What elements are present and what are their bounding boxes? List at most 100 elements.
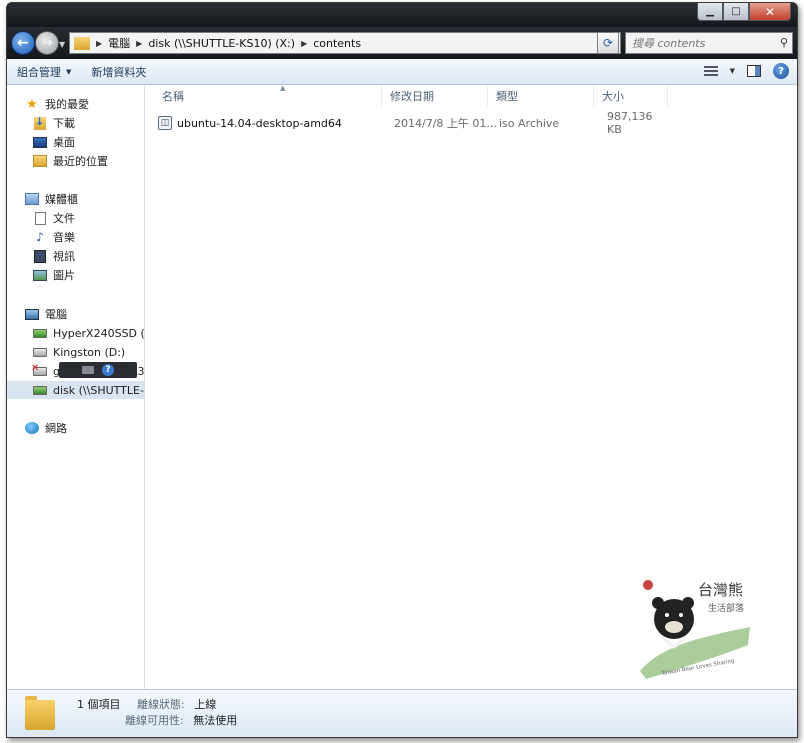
address-row: ← → ▼ ▶ 電腦 ▶ disk (\\SHUTTLE-KS10) (X:) … bbox=[7, 27, 797, 59]
sidebar-item-label: Kingston (D:) bbox=[53, 345, 126, 359]
back-arrow-icon: ← bbox=[17, 35, 29, 51]
video-icon bbox=[33, 249, 47, 263]
item-count: 1 個項目 bbox=[77, 698, 121, 711]
recent-places-icon bbox=[33, 154, 47, 168]
breadcrumb-separator-icon[interactable]: ▶ bbox=[301, 39, 307, 48]
organize-button[interactable]: 組合管理 ▼ bbox=[7, 64, 81, 80]
sidebar-item-downloads[interactable]: 下載 bbox=[33, 114, 75, 132]
back-button[interactable]: ← bbox=[11, 31, 35, 55]
toolbar-right: ▼ ? bbox=[703, 63, 789, 79]
sidebar-item-label: 我的最愛 bbox=[45, 98, 89, 111]
breadcrumb-contents[interactable]: contents bbox=[313, 37, 361, 50]
watermark-subtitle: 生活部落 bbox=[708, 602, 744, 614]
search-input[interactable] bbox=[632, 36, 772, 50]
new-folder-label: 新增資料夾 bbox=[91, 65, 147, 79]
column-header-label: 類型 bbox=[496, 90, 518, 103]
desktop-icon bbox=[33, 135, 47, 149]
disconnected-drive-icon bbox=[31, 363, 47, 378]
iso-file-icon: ◫ bbox=[158, 116, 172, 130]
sidebar-item-desktop[interactable]: 桌面 bbox=[33, 133, 75, 151]
offline-status-label: 離線狀態: bbox=[137, 698, 185, 711]
sidebar-item-label: 電腦 bbox=[45, 308, 67, 321]
navigation-pane[interactable]: ★ 我的最愛 下載 桌面 最近的位置 媒體櫃 文件 bbox=[7, 85, 145, 689]
sidebar-item-music[interactable]: ♪ 音樂 bbox=[33, 228, 75, 246]
sidebar-item-network[interactable]: 網路 bbox=[25, 419, 67, 437]
downloads-icon bbox=[33, 115, 47, 130]
column-header-name[interactable]: 名稱 ▲ bbox=[156, 84, 382, 107]
sidebar-item-label: 圖片 bbox=[53, 269, 75, 282]
file-type: iso Archive bbox=[499, 116, 560, 130]
offline-availability: 離線可用性: 無法使用 bbox=[125, 712, 237, 728]
sidebar-item-videos[interactable]: 視訊 bbox=[33, 247, 75, 265]
file-name: ubuntu-14.04-desktop-amd64 bbox=[177, 116, 342, 130]
sidebar-item-libraries[interactable]: 媒體櫃 bbox=[25, 190, 78, 208]
column-header-row: 名稱 ▲ 修改日期 類型 大小 bbox=[146, 84, 797, 107]
breadcrumb-computer[interactable]: 電腦 bbox=[108, 35, 130, 51]
sidebar-item-drive-d[interactable]: Kingston (D:) bbox=[33, 343, 125, 361]
minimize-button[interactable]: ▁ bbox=[697, 3, 723, 21]
file-name-cell[interactable]: ◫ ubuntu-14.04-desktop-amd64 bbox=[158, 113, 342, 133]
network-icon bbox=[25, 421, 39, 435]
sidebar-item-label: 音樂 bbox=[53, 231, 75, 244]
sidebar-item-recent[interactable]: 最近的位置 bbox=[33, 152, 108, 170]
forward-arrow-icon: → bbox=[41, 35, 53, 51]
preview-pane-icon[interactable] bbox=[747, 65, 761, 77]
column-header-type[interactable]: 類型 bbox=[490, 85, 594, 107]
network-drive-icon bbox=[33, 383, 47, 397]
search-icon[interactable]: ⚲ bbox=[780, 36, 788, 49]
offline-status-value: 上線 bbox=[194, 698, 217, 711]
music-note-icon: ♪ bbox=[36, 230, 44, 244]
table-row[interactable]: ◫ ubuntu-14.04-desktop-amd64 2014/7/8 上午… bbox=[158, 110, 664, 136]
sort-ascending-icon: ▲ bbox=[280, 84, 286, 92]
breadcrumb-separator-icon[interactable]: ▶ bbox=[96, 39, 102, 48]
help-icon[interactable]: ? bbox=[773, 63, 789, 79]
sidebar-item-label: 桌面 bbox=[53, 136, 75, 149]
windows-drive-icon bbox=[33, 326, 47, 340]
column-header-date[interactable]: 修改日期 bbox=[384, 85, 488, 107]
column-header-label: 大小 bbox=[602, 90, 624, 103]
explorer-window: ▁ □ ✕ ← → ▼ ▶ 電腦 ▶ disk (\\SHUTTLE-KS10)… bbox=[6, 2, 798, 738]
breadcrumb-disk[interactable]: disk (\\SHUTTLE-KS10) (X:) bbox=[148, 37, 295, 50]
column-header-label: 修改日期 bbox=[390, 90, 434, 103]
close-button[interactable]: ✕ bbox=[749, 3, 791, 21]
folder-icon bbox=[74, 36, 90, 50]
address-bar[interactable]: ▶ 電腦 ▶ disk (\\SHUTTLE-KS10) (X:) ▶ cont… bbox=[69, 32, 621, 54]
drive-icon bbox=[33, 345, 47, 359]
sidebar-item-drive-c[interactable]: HyperX240SSD (C:) bbox=[33, 324, 145, 342]
keyboard-icon bbox=[82, 366, 94, 374]
sidebar-item-computer[interactable]: 電腦 bbox=[25, 305, 67, 323]
file-list[interactable]: 名稱 ▲ 修改日期 類型 大小 ◫ ubuntu-14.04-desktop-a… bbox=[146, 84, 797, 689]
sidebar-item-label: 下載 bbox=[53, 117, 75, 130]
caption-buttons: ▁ □ ✕ bbox=[697, 3, 791, 21]
file-size: 987,136 KB bbox=[607, 110, 653, 136]
content-area: ★ 我的最愛 下載 桌面 最近的位置 媒體櫃 文件 bbox=[7, 84, 797, 689]
details-pane: 1 個項目 離線狀態: 上線 離線可用性: 無法使用 bbox=[7, 689, 797, 737]
sidebar-item-favorites[interactable]: ★ 我的最愛 bbox=[25, 95, 89, 113]
search-box[interactable]: ⚲ bbox=[625, 32, 793, 54]
forward-button[interactable]: → bbox=[35, 31, 59, 55]
maximize-button[interactable]: □ bbox=[723, 3, 749, 21]
folder-icon bbox=[25, 696, 57, 730]
new-folder-button[interactable]: 新增資料夾 bbox=[81, 64, 156, 80]
column-header-size[interactable]: 大小 bbox=[596, 85, 668, 107]
title-bar[interactable]: ▁ □ ✕ bbox=[7, 3, 797, 27]
breadcrumb-separator-icon[interactable]: ▶ bbox=[136, 39, 142, 48]
computer-icon bbox=[25, 307, 39, 321]
recent-pages-dropdown[interactable]: ▼ bbox=[59, 40, 65, 49]
offline-status: 離線狀態: 上線 bbox=[137, 696, 216, 712]
view-options-dropdown-icon[interactable]: ▼ bbox=[730, 67, 735, 75]
offline-availability-label: 離線可用性: bbox=[125, 714, 184, 727]
sidebar-item-documents[interactable]: 文件 bbox=[33, 209, 75, 227]
offline-availability-value: 無法使用 bbox=[193, 714, 238, 727]
help-icon: ? bbox=[102, 364, 114, 376]
sidebar-item-drive-x[interactable]: disk (\\SHUTTLE-KS bbox=[7, 381, 144, 399]
taskbar-overlay: ? bbox=[59, 362, 137, 378]
change-view-icon[interactable] bbox=[703, 66, 718, 76]
picture-icon bbox=[33, 268, 47, 282]
sidebar-item-label: 視訊 bbox=[53, 250, 75, 263]
sidebar-item-pictures[interactable]: 圖片 bbox=[33, 266, 75, 284]
sidebar-item-label: HyperX240SSD (C:) bbox=[53, 326, 145, 340]
sidebar-item-label: disk (\\SHUTTLE-KS bbox=[53, 383, 144, 397]
file-date: 2014/7/8 上午 01... bbox=[394, 117, 497, 130]
refresh-button[interactable]: ⟳ bbox=[597, 32, 619, 54]
